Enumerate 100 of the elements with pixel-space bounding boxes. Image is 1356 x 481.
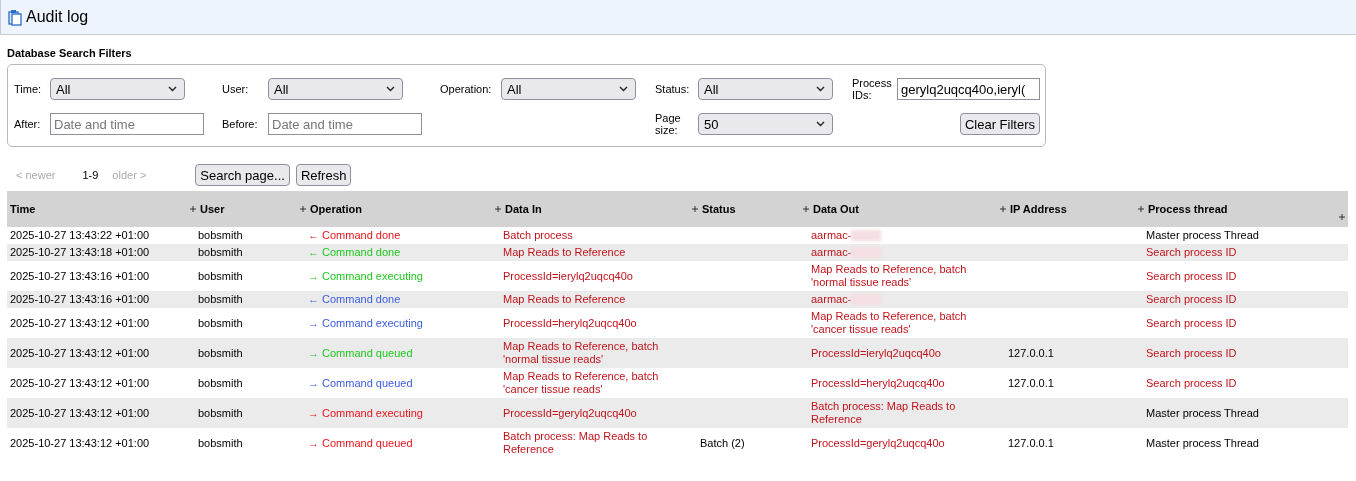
data-in-link[interactable]: Map Reads to Reference, batch 'cancer tissue reads' [500, 369, 697, 397]
clipboard-icon [8, 8, 22, 26]
dropdown[interactable]: 50 [698, 113, 833, 135]
input-field[interactable]: gerylq2uqcq40o,ieryl( [897, 78, 1040, 100]
time-cell-text: 2025-10-27 13:43:12 +01:00 [9, 435, 151, 451]
clear-filters-button[interactable]: Clear Filters [959, 113, 1040, 135]
column-header[interactable]: IP Address [1010, 203, 1067, 215]
data-in-link[interactable]: ProcessId=ierylq2uqcq40o [500, 268, 697, 284]
chevron-down-icon [619, 86, 628, 92]
column-header[interactable]: Operation [310, 203, 362, 215]
thread-cell-text: Master process Thread [1145, 405, 1260, 421]
column-header[interactable]: Process thread [1148, 203, 1228, 215]
data-out-link[interactable]: ProcessId=herylq2uqcq40o [811, 376, 945, 390]
data-out-link[interactable]: aarmac- [811, 246, 852, 260]
thread-link[interactable]: Search process ID [1143, 315, 1348, 331]
plus-icon[interactable] [1000, 206, 1006, 212]
data-out-link[interactable]: aarmac- [811, 229, 852, 243]
data-in-link[interactable]: ProcessId=herylq2uqcq40o [500, 315, 697, 331]
data-out-link[interactable]: Batch process: Map Reads to Reference [811, 400, 1002, 426]
time-cell-text: 2025-10-27 13:43:12 +01:00 [9, 345, 151, 361]
data-out-link[interactable]: ProcessId=gerylq2uqcq40o [811, 436, 945, 450]
time-cell-text: 2025-10-27 13:43:16 +01:00 [9, 268, 151, 284]
data-in-link[interactable]: Map Reads to Reference [500, 245, 697, 260]
column-header[interactable]: Time [10, 203, 36, 215]
user-cell-text: bobsmith [197, 375, 244, 391]
input-field[interactable]: Date and time [50, 113, 204, 135]
time-cell-text: 2025-10-27 13:43:12 +01:00 [9, 315, 151, 331]
data-out-link[interactable]: aarmac- [811, 293, 852, 307]
plus-icon[interactable] [1138, 206, 1144, 212]
operation-cell-text: ← Command done [307, 245, 402, 260]
thread-link[interactable]: Search process ID [1143, 375, 1348, 391]
operation-cell-text: → Command executing [307, 405, 424, 421]
ip-cell-text: 127.0.0.1 [1007, 345, 1055, 361]
data-in-link[interactable]: Batch process: Map Reads to Reference [500, 429, 697, 457]
data-out-link[interactable]: ProcessId=ierylq2uqcq40o [811, 346, 941, 360]
field-label: Process IDs: [852, 77, 893, 101]
ip-cell-text: 127.0.0.1 [1007, 375, 1055, 391]
time-cell-text: 2025-10-27 13:43:18 +01:00 [9, 245, 151, 260]
plus-icon[interactable] [803, 206, 809, 212]
column-header[interactable]: Status [702, 203, 736, 215]
chevron-down-icon [168, 86, 177, 92]
time-cell-text: 2025-10-27 13:43:22 +01:00 [9, 228, 151, 243]
data-in-link[interactable]: ProcessId=gerylq2uqcq40o [500, 405, 697, 421]
data-in-link[interactable]: Map Reads to Reference [500, 292, 697, 307]
plus-icon[interactable] [692, 206, 698, 212]
data-in-link[interactable]: Map Reads to Reference, batch 'normal tissue reads' [500, 339, 697, 367]
chevron-down-icon [386, 86, 395, 92]
status-cell-text: Batch (2) [699, 435, 746, 451]
dropdown[interactable]: All [268, 78, 403, 100]
column-header[interactable]: Data Out [813, 203, 859, 215]
column-header[interactable]: Data In [505, 203, 542, 215]
time-cell-text: 2025-10-27 13:43:12 +01:00 [9, 375, 151, 391]
refresh-button[interactable]: Refresh [295, 164, 352, 186]
user-cell-text: bobsmith [197, 292, 244, 307]
operation-cell-text: ← Command done [307, 228, 402, 243]
data-out-link[interactable]: Map Reads to Reference, batch 'cancer tissue reads' [811, 310, 1002, 336]
user-cell-text: bobsmith [197, 435, 244, 451]
window-title: Audit log [26, 8, 89, 26]
user-cell-text: bobsmith [197, 405, 244, 421]
chevron-down-icon [816, 86, 825, 92]
page-range: 1-9 [82, 169, 99, 181]
operation-cell-text: ← Command done [307, 292, 402, 307]
section-title: Database Search Filters [7, 47, 133, 59]
operation-cell-text: → Command queued [307, 375, 414, 391]
chevron-down-icon [816, 121, 825, 127]
user-cell-text: bobsmith [197, 245, 244, 260]
thread-link[interactable]: Search process ID [1143, 292, 1348, 307]
plus-icon[interactable] [300, 206, 306, 212]
thread-link[interactable]: Search process ID [1143, 268, 1348, 284]
dropdown[interactable]: All [698, 78, 833, 100]
thread-cell-text: Master process Thread [1145, 435, 1260, 451]
search-page-button[interactable]: Search page... [195, 164, 290, 186]
time-cell-text: 2025-10-27 13:43:12 +01:00 [9, 405, 151, 421]
field-label: Operation: [440, 83, 493, 95]
plus-icon[interactable] [190, 206, 196, 212]
field-label: Page size: [655, 112, 682, 136]
input-field[interactable]: Date and time [268, 113, 422, 135]
time-cell-text: 2025-10-27 13:43:16 +01:00 [9, 292, 151, 307]
user-cell-text: bobsmith [197, 315, 244, 331]
plus-icon[interactable] [495, 206, 501, 212]
data-out-link[interactable]: Map Reads to Reference, batch 'normal tissue reads' [811, 263, 1002, 289]
thread-cell-text: Master process Thread [1145, 228, 1260, 243]
user-cell-text: bobsmith [197, 345, 244, 361]
field-label: Status: [655, 83, 691, 95]
ip-cell-text: 127.0.0.1 [1007, 435, 1055, 451]
user-cell-text: bobsmith [197, 268, 244, 284]
thread-link[interactable]: Search process ID [1143, 245, 1348, 260]
plus-icon[interactable] [1339, 214, 1345, 220]
user-cell-text: bobsmith [197, 228, 244, 243]
thread-link[interactable]: Search process ID [1143, 345, 1348, 361]
operation-cell-text: → Command executing [307, 268, 424, 284]
dropdown[interactable]: All [501, 78, 636, 100]
operation-cell-text: → Command executing [307, 315, 424, 331]
column-header[interactable]: User [200, 203, 225, 215]
operation-cell-text: → Command queued [307, 435, 414, 451]
field-label: User: [222, 83, 250, 95]
field-label: Before: [222, 118, 259, 130]
field-label: Time: [14, 83, 43, 95]
data-in-link[interactable]: Batch process [500, 228, 697, 243]
dropdown[interactable]: All [50, 78, 185, 100]
